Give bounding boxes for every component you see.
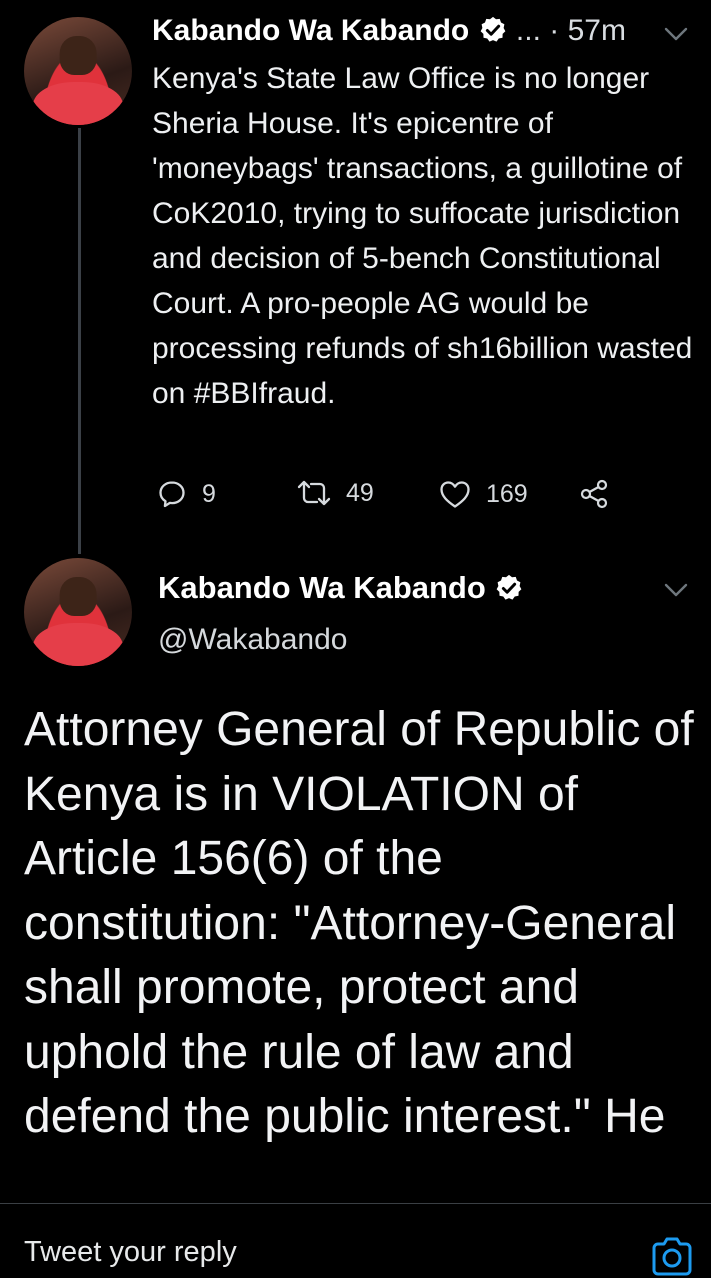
camera-icon[interactable]	[650, 1234, 694, 1278]
tweet-time: · 57m	[549, 14, 626, 47]
tweet-text: Kenya's State Law Office is no longer Sh…	[152, 62, 693, 410]
like-button[interactable]: 169	[438, 478, 528, 510]
retweet-button[interactable]: 49	[296, 478, 374, 508]
author-name[interactable]: Kabando Wa Kabando	[152, 14, 469, 47]
share-icon	[580, 479, 608, 509]
ellipsis: ...	[515, 14, 541, 47]
retweet-count: 49	[346, 478, 374, 507]
chevron-down-icon[interactable]	[663, 26, 689, 42]
retweet-icon	[297, 480, 331, 506]
share-button[interactable]	[578, 478, 610, 510]
thread-line	[78, 128, 81, 554]
reply-count: 9	[202, 479, 216, 508]
tweet-header: Kabando Wa Kabando	[158, 568, 524, 608]
avatar[interactable]	[24, 17, 132, 125]
reply-bar: Tweet your reply	[0, 1203, 711, 1276]
tweet-text: Attorney General of Republic of Kenya is…	[24, 703, 694, 1143]
verified-badge-icon	[497, 574, 522, 600]
avatar[interactable]	[24, 558, 132, 666]
reply-icon	[159, 481, 185, 508]
reply-input[interactable]: Tweet your reply	[24, 1236, 237, 1269]
heart-icon	[440, 481, 470, 508]
tweet-header: Kabando Wa Kabando ... · 57m	[152, 12, 626, 50]
reply-button[interactable]: 9	[156, 478, 216, 510]
author-handle[interactable]: @Wakabando	[158, 620, 347, 660]
verified-badge-icon	[480, 16, 505, 42]
like-count: 169	[486, 479, 528, 508]
author-name[interactable]: Kabando Wa Kabando	[158, 570, 486, 605]
chevron-down-icon[interactable]	[663, 582, 689, 598]
